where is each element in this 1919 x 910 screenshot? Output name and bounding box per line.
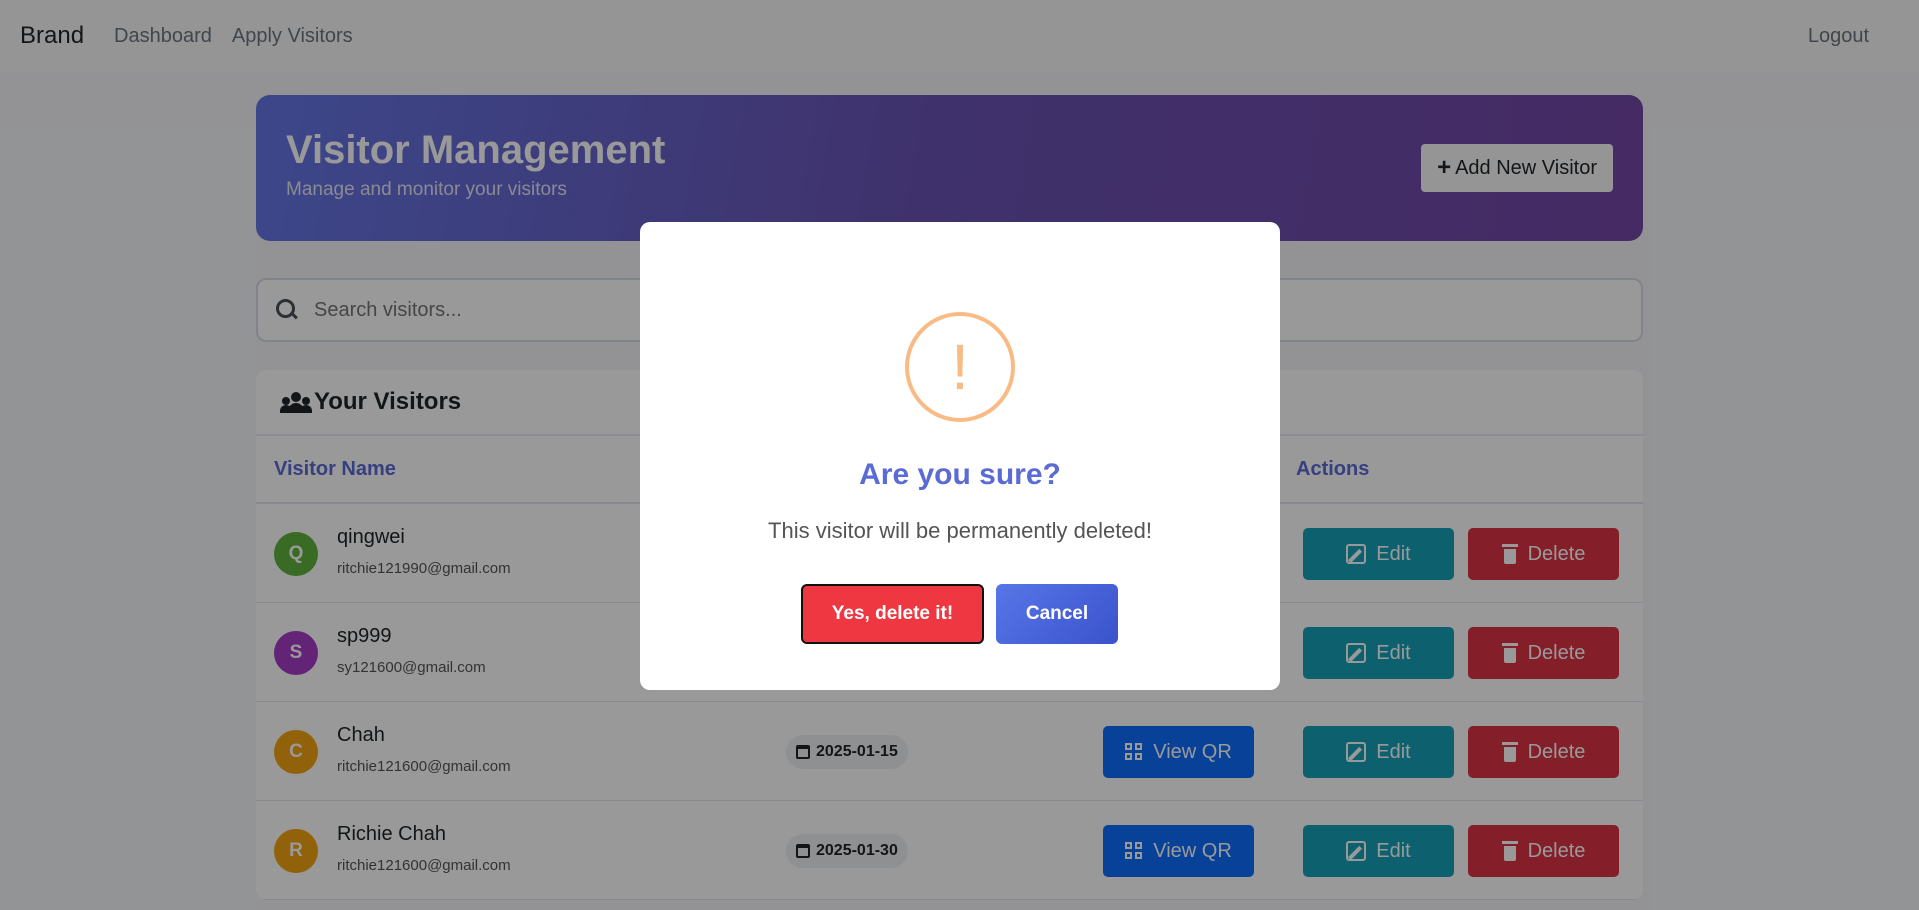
warning-icon: !: [905, 312, 1015, 422]
cancel-button[interactable]: Cancel: [996, 584, 1118, 644]
confirm-dialog: ! Are you sure? This visitor will be per…: [640, 222, 1280, 690]
dialog-message: This visitor will be permanently deleted…: [768, 518, 1152, 543]
confirm-delete-button[interactable]: Yes, delete it!: [801, 584, 984, 644]
dialog-title: Are you sure?: [859, 458, 1061, 491]
